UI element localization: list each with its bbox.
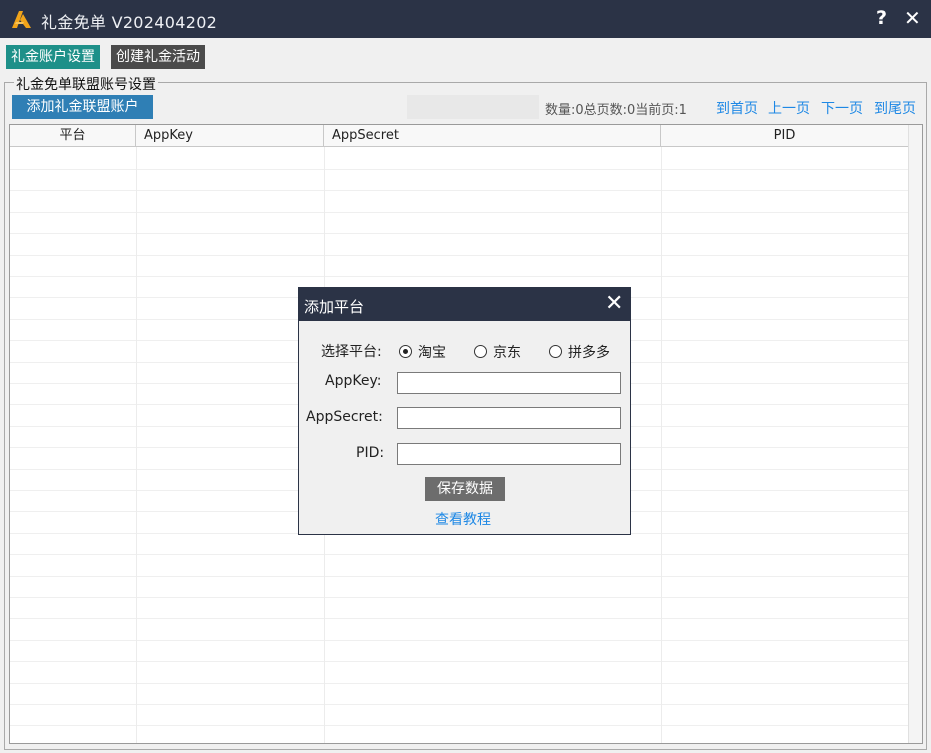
radio-taobao-label: 淘宝 xyxy=(418,345,446,361)
appkey-field[interactable] xyxy=(397,372,621,394)
radio-jd-label: 京东 xyxy=(493,345,521,361)
tab-create-gift-activity[interactable]: 创建礼金活动 xyxy=(111,45,205,69)
help-icon[interactable]: ? xyxy=(876,7,887,29)
table-scroll-area xyxy=(908,125,922,743)
radio-pinduoduo[interactable]: 拼多多 xyxy=(549,342,610,362)
table-row-divider xyxy=(10,661,922,662)
table-row-divider xyxy=(10,576,922,577)
radio-jd[interactable]: 京东 xyxy=(474,342,521,362)
table-column-divider xyxy=(661,147,662,743)
column-header-appsecret[interactable]: AppSecret xyxy=(324,125,661,147)
close-icon[interactable]: ✕ xyxy=(904,6,921,30)
appsecret-field[interactable] xyxy=(397,407,621,429)
tab-gift-account-settings[interactable]: 礼金账户设置 xyxy=(6,45,100,69)
pager-next-link[interactable]: 下一页 xyxy=(821,98,863,118)
table-row-divider xyxy=(10,212,922,213)
table-row-divider xyxy=(10,640,922,641)
add-alliance-account-button[interactable]: 添加礼金联盟账户 xyxy=(12,95,153,119)
table-row-divider xyxy=(10,169,922,170)
radio-taobao[interactable]: 淘宝 xyxy=(399,342,446,362)
table-row-divider xyxy=(10,704,922,705)
save-data-button[interactable]: 保存数据 xyxy=(425,477,505,501)
dialog-title-bar: 添加平台 ✕ xyxy=(299,288,630,321)
radio-jd-indicator[interactable] xyxy=(474,345,487,358)
title-bar: 礼金免单 V202404202 ? ✕ xyxy=(0,0,931,38)
view-tutorial-link[interactable]: 查看教程 xyxy=(435,509,491,529)
table-row-divider xyxy=(10,233,922,234)
column-header-platform[interactable]: 平台 xyxy=(10,125,136,147)
toolbar-spacer xyxy=(407,95,539,119)
appkey-label: AppKey: xyxy=(325,373,382,389)
pager-last-link[interactable]: 到尾页 xyxy=(874,98,916,118)
table-row-divider xyxy=(10,683,922,684)
column-header-pid[interactable]: PID xyxy=(661,125,909,147)
dialog-title: 添加平台 xyxy=(304,298,365,316)
radio-taobao-indicator[interactable] xyxy=(399,345,412,358)
table-column-divider xyxy=(136,147,137,743)
pager-first-link[interactable]: 到首页 xyxy=(716,98,758,118)
dialog-close-icon[interactable]: ✕ xyxy=(605,291,623,316)
pager-info: 数量:0总页数:0当前页:1 xyxy=(545,103,687,118)
pid-label: PID: xyxy=(356,445,385,461)
table-row-divider xyxy=(10,554,922,555)
appsecret-label: AppSecret: xyxy=(306,409,383,425)
table-row-divider xyxy=(10,276,922,277)
table-row-divider xyxy=(10,255,922,256)
add-platform-dialog: 添加平台 ✕ 选择平台: 淘宝 京东 拼多多 AppKey: AppSecret… xyxy=(298,287,631,535)
pager-prev-link[interactable]: 上一页 xyxy=(768,98,810,118)
table-row-divider xyxy=(10,725,922,726)
radio-pinduoduo-indicator[interactable] xyxy=(549,345,562,358)
table-row-divider xyxy=(10,618,922,619)
table-row-divider xyxy=(10,190,922,191)
table-row-divider xyxy=(10,597,922,598)
radio-pinduoduo-label: 拼多多 xyxy=(568,345,610,361)
window-title: 礼金免单 V202404202 xyxy=(41,13,218,32)
group-legend: 礼金免单联盟账号设置 xyxy=(14,74,158,94)
column-header-appkey[interactable]: AppKey xyxy=(136,125,324,147)
app-logo-icon xyxy=(12,11,31,28)
pid-field[interactable] xyxy=(397,443,621,465)
platform-label: 选择平台: xyxy=(321,344,382,360)
